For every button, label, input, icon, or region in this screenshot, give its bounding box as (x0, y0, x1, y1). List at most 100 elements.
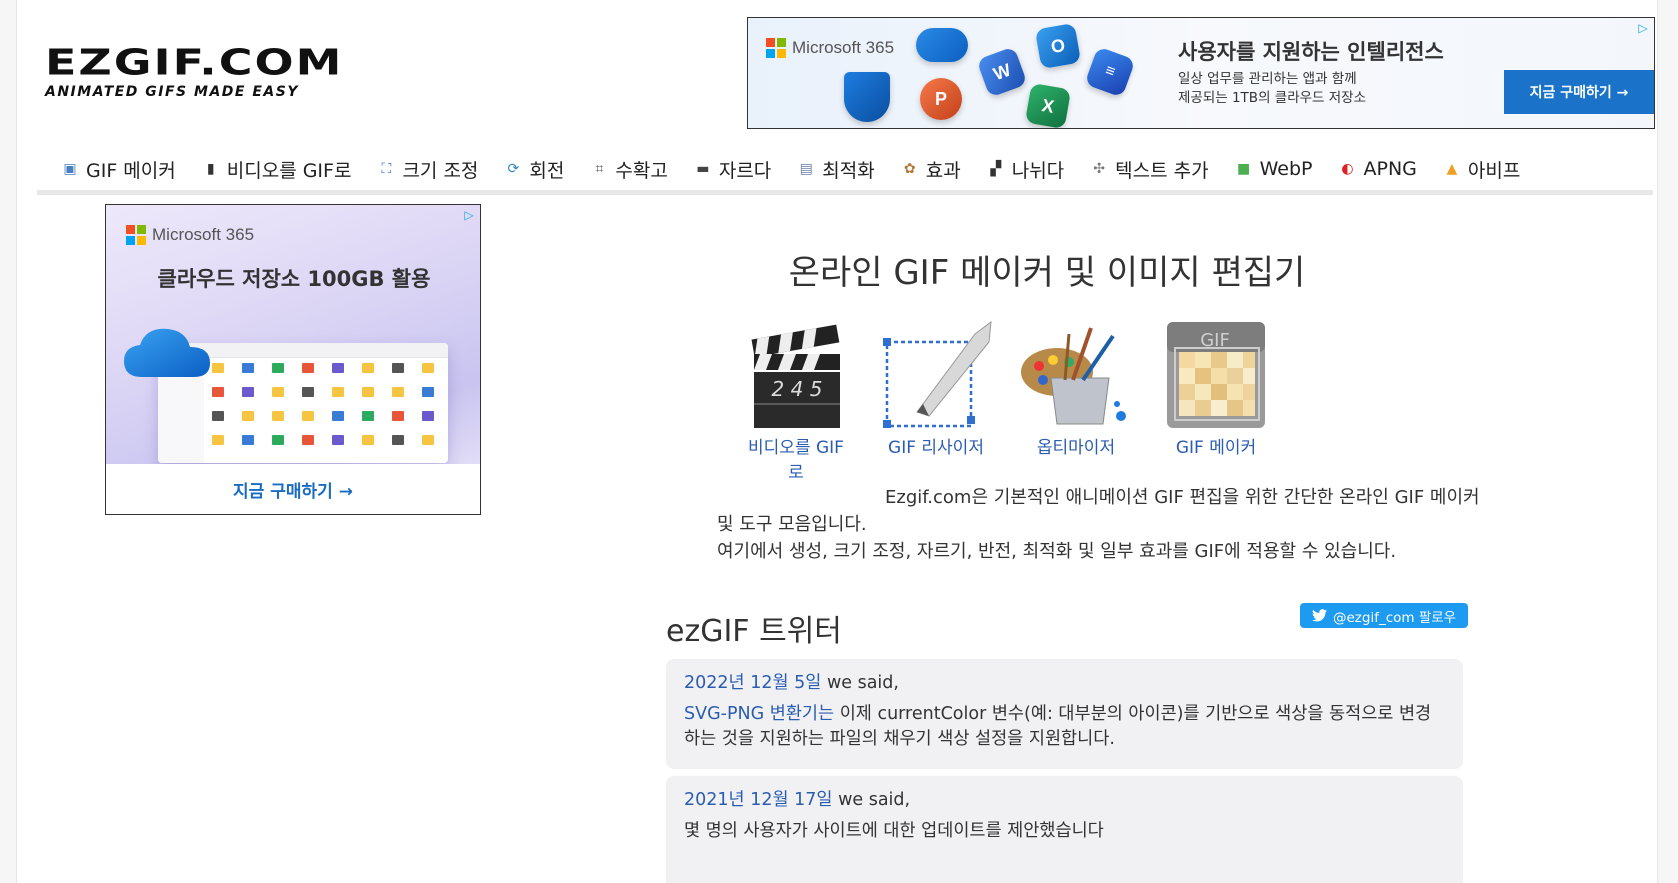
tool-gif-resizer[interactable]: GIF 리사이저 (877, 316, 995, 486)
nav-item-label: 회전 (529, 159, 565, 182)
clapper-number: 2 4 5 (772, 377, 823, 401)
nav-item-label: 효과 (925, 159, 961, 182)
rotate-icon: ⟳ (507, 161, 520, 177)
sidebar-ad[interactable]: Microsoft 365 클라우드 저장소 100GB 활용 지금 구매하기 … (105, 204, 481, 515)
gif-file-icon: GIF (1167, 322, 1265, 428)
nav-item[interactable]: ✿ 효과 (901, 156, 961, 183)
ad-subtext: 일상 업무를 관리하는 앱과 함께 제공되는 1TB의 클라우드 저장소 (1178, 70, 1366, 108)
nav-item[interactable]: ⌗ 수확고 (590, 156, 667, 183)
tool-gif-maker[interactable]: GIF GIF 메이커 (1157, 316, 1275, 486)
nav-item[interactable]: ⟳ 회전 (504, 156, 565, 183)
nav-item-label: 비디오를 GIF로 (226, 159, 352, 182)
onedrive-icon (916, 28, 968, 62)
nav-item[interactable]: ⛶ 크기 조정 (377, 156, 479, 183)
nav-item-label: APNG (1363, 158, 1417, 180)
tool-label-line: 로 (788, 463, 804, 483)
apng-icon: ◐ (1341, 161, 1354, 177)
intro-line: 여기에서 생성, 크기 조정, 자르기, 반전, 최적화 및 일부 효과를 GI… (717, 541, 1397, 562)
tool-label: GIF 메이커 (1175, 438, 1257, 458)
nav-item-label: 텍스트 추가 (1115, 159, 1209, 182)
film-icon: ▮ (206, 161, 215, 177)
gif-maker-icon: ▣ (63, 161, 77, 177)
nav-item[interactable]: ▤ 최적화 (797, 156, 875, 183)
nav-item-label: 아비프 (1467, 159, 1521, 182)
resize-icon: ⛶ (381, 161, 392, 177)
tool-label-line: 비디오를 GIF (748, 438, 844, 458)
outlook-icon: O (1034, 22, 1082, 70)
ad-buy-link[interactable]: 지금 구매하기 → (106, 464, 480, 514)
tweet-date-link[interactable]: 2021년 12월 17일 (684, 790, 833, 810)
tweet-said: we said, (821, 673, 899, 693)
nav-item-label: 자르다 (718, 159, 772, 182)
tool-optimizer[interactable]: 옵티마이저 (1017, 316, 1135, 486)
tweet-meta: 2021년 12월 17일 we said, (684, 788, 1445, 813)
crop-icon: ⌗ (595, 161, 604, 177)
intro-line: 및 도구 모음입니다. (717, 514, 867, 535)
resize-pen-icon (883, 320, 992, 428)
paint-bucket-icon (1021, 327, 1126, 425)
microsoft-logo-icon (766, 38, 786, 58)
page: EZGIF.COM ANIMATED GIFS MADE EASY Micros… (16, 0, 1658, 883)
main-nav: ▣ GIF 메이커 ▮ 비디오를 GIF로 ⛶ 크기 조정 ⟳ 회전 ⌗ 수확고 ▬ 자르다 ▤ 최적화 ✿… (37, 148, 1653, 195)
nav-item[interactable]: ▬ 자르다 (694, 156, 771, 183)
ad-brand: Microsoft 365 (126, 225, 254, 245)
tool-video-to-gif[interactable]: 2 4 5 비디오를 GIF 로 (737, 316, 855, 486)
adchoices-icon[interactable]: ▷ (1636, 21, 1650, 35)
twitter-follow-button[interactable]: @ezgif_com 팔로우 (1300, 603, 1469, 628)
defender-shield-icon (844, 72, 890, 122)
intro-text: Ezgif.com은 기본적인 애니메이션 GIF 편집을 위한 간단한 온라인… (717, 484, 1517, 565)
nav-item-label: 크기 조정 (402, 159, 479, 182)
ad-subtext-line: 제공되는 1TB의 클라우드 저장소 (1178, 90, 1367, 106)
nav-item[interactable]: ✣ 텍스트 추가 (1090, 156, 1208, 183)
logo-wordmark: EZGIF.COM (45, 40, 344, 83)
nav-item[interactable]: ▲ 아비프 (1443, 156, 1521, 183)
nav-item[interactable]: ▮ 비디오를 GIF로 (202, 156, 352, 183)
twitter-follow-label: @ezgif_com 팔로우 (1333, 609, 1457, 626)
page-title: 온라인 GIF 메이커 및 이미지 편집기 (788, 252, 1306, 293)
tool-shortcuts: 2 4 5 비디오를 GIF 로 GIF 리사이저 옵티마이저 GIF GIF … (737, 316, 1275, 486)
top-banner-ad[interactable]: Microsoft 365 O W P X ≡ 사용자를 지원하는 인텔리전스 … (747, 17, 1655, 129)
office-apps-illustration: O W P X ≡ (844, 22, 1168, 128)
tweet-card: 2021년 12월 17일 we said, 몇 명의 사용자가 사이트에 대한… (666, 776, 1463, 883)
ad-buy-button[interactable]: 지금 구매하기 → (1504, 70, 1654, 114)
cut-icon: ▬ (696, 161, 710, 177)
powerpoint-icon: P (920, 78, 962, 120)
avif-icon: ▲ (1446, 161, 1458, 177)
ad-subtext-line: 일상 업무를 관리하는 앱과 함께 (1178, 71, 1357, 87)
tweet-meta: 2022년 12월 5일 we said, (684, 671, 1445, 696)
tool-label: GIF 리사이저 (888, 438, 984, 458)
planner-icon: ≡ (1084, 46, 1136, 98)
onedrive-cloud-icon (124, 328, 210, 377)
excel-icon: X (1024, 82, 1072, 128)
nav-item[interactable]: ▞ 나뉘다 (987, 156, 1064, 183)
tweet-body: 몇 명의 사용자가 사이트에 대한 업데이트를 제안했습니다 (684, 819, 1445, 844)
nav-item-label: 수확고 (615, 159, 668, 182)
adchoices-icon[interactable]: ▷ (462, 208, 476, 222)
ad-headline: 클라우드 저장소 100GB 활용 (157, 267, 431, 291)
tool-label: 비디오를 GIF 로 (737, 436, 855, 486)
ad-brand-text: Microsoft 365 (152, 225, 255, 244)
nav-item-label: WebP (1259, 158, 1313, 180)
tweet-body: SVG-PNG 변환기는 이제 currentColor 변수(예: 대부분의 … (684, 702, 1445, 752)
microsoft-logo-icon (126, 225, 146, 245)
ad-headline: 사용자를 지원하는 인텔리전스 (1178, 40, 1444, 64)
tweet-card: 2022년 12월 5일 we said, SVG-PNG 변환기는 이제 cu… (666, 659, 1463, 769)
split-icon: ▞ (990, 161, 1002, 177)
nav-item[interactable]: ◐ APNG (1339, 158, 1417, 180)
nav-item-label: 나뉘다 (1011, 159, 1065, 182)
text-add-icon: ✣ (1093, 161, 1106, 177)
nav-items: ▣ GIF 메이커 ▮ 비디오를 GIF로 ⛶ 크기 조정 ⟳ 회전 ⌗ 수확고 ▬ 자르다 ▤ 최적화 ✿… (37, 148, 1653, 190)
palette-icon: ✿ (903, 161, 916, 177)
twitter-bird-icon (1312, 609, 1327, 622)
tweet-text: 몇 명의 사용자가 사이트에 대한 업데이트를 제안했습니다 (684, 821, 1104, 841)
nav-item[interactable]: ■ WebP (1235, 158, 1313, 180)
logo-tagline: ANIMATED GIFS MADE EASY (45, 84, 299, 100)
tweet-date-link[interactable]: 2022년 12월 5일 (684, 673, 821, 693)
clapperboard-icon: 2 4 5 (751, 324, 840, 428)
webp-icon: ■ (1237, 161, 1251, 177)
nav-item[interactable]: ▣ GIF 메이커 (61, 156, 175, 183)
nav-item-label: 최적화 (822, 159, 875, 182)
optimize-icon: ▤ (799, 161, 813, 177)
tweet-tool-link[interactable]: SVG-PNG 변환기는 (684, 704, 834, 724)
site-logo[interactable]: EZGIF.COM ANIMATED GIFS MADE EASY (45, 44, 345, 100)
